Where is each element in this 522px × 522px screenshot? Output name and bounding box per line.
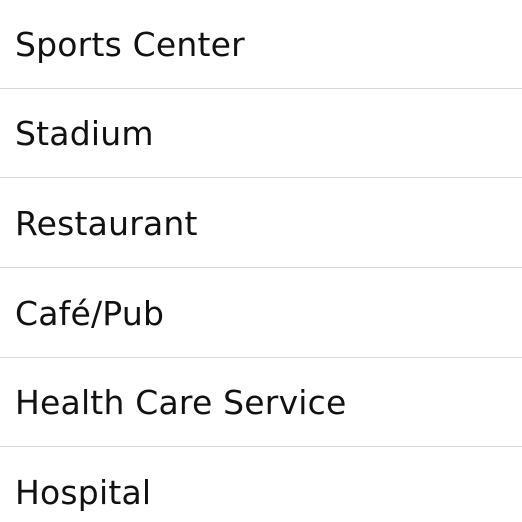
category-list: Sports Center Stadium Restaurant Café/Pu…: [0, 0, 522, 522]
list-item-label: Health Care Service: [15, 382, 347, 422]
list-item-stadium[interactable]: Stadium: [0, 89, 522, 178]
list-item-restaurant[interactable]: Restaurant: [0, 179, 522, 268]
list-item-hospital[interactable]: Hospital: [0, 448, 522, 522]
list-item-label: Café/Pub: [15, 293, 165, 333]
list-item-label: Stadium: [15, 113, 154, 153]
list-item-cafe-pub[interactable]: Café/Pub: [0, 269, 522, 358]
list-item-label: Sports Center: [15, 24, 245, 64]
list-item-sports-center[interactable]: Sports Center: [0, 0, 522, 89]
list-item-label: Hospital: [15, 473, 152, 512]
list-item-label: Restaurant: [15, 203, 198, 243]
list-item-health-care-service[interactable]: Health Care Service: [0, 358, 522, 447]
